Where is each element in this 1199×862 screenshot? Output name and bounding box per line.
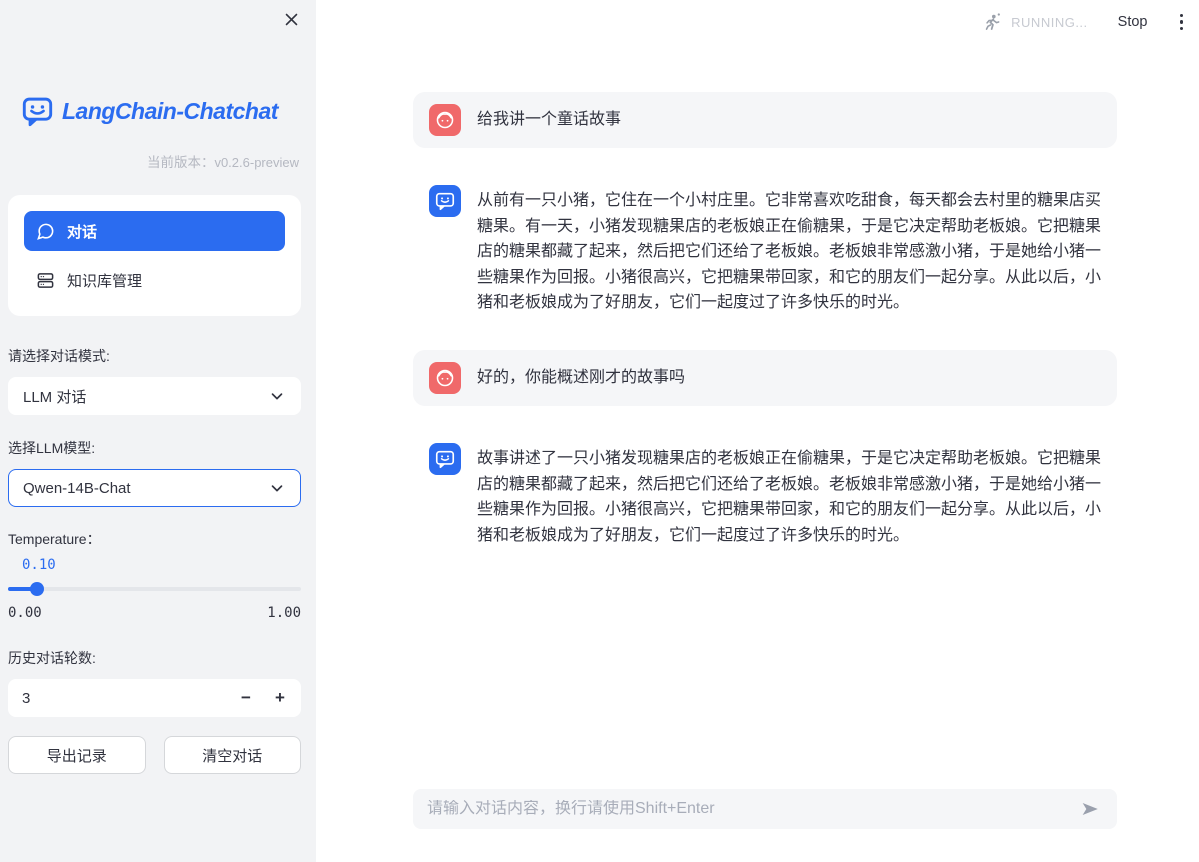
- sidebar-close-button[interactable]: [280, 8, 302, 30]
- nav-card: 对话 知识库管理: [8, 195, 301, 316]
- assistant-bot-icon: [434, 448, 456, 470]
- logo: LangChain-Chatchat: [8, 95, 301, 128]
- user-avatar: [429, 104, 461, 136]
- sidebar: LangChain-Chatchat 当前版本：v0.2.6-preview 对…: [0, 0, 316, 862]
- nav-item-label: 知识库管理: [67, 270, 142, 291]
- sidebar-actions: 导出记录 清空对话: [8, 736, 301, 774]
- slider-track[interactable]: [8, 587, 301, 591]
- history-rounds-input[interactable]: 3 − +: [8, 679, 301, 717]
- version-text: 当前版本：v0.2.6-preview: [8, 151, 301, 171]
- chat-input[interactable]: [427, 800, 1077, 818]
- version-value: v0.2.6-preview: [214, 155, 299, 170]
- dialog-mode-select[interactable]: LLM 对话: [8, 377, 301, 415]
- kebab-icon: [1180, 14, 1184, 31]
- dialog-mode-label: 请选择对话模式:: [8, 346, 301, 366]
- message-text: 故事讲述了一只小猪发现糖果店的老板娘正在偷糖果，于是它决定帮助老板娘。它把糖果店…: [477, 446, 1101, 548]
- temperature-label: Temperature：: [8, 529, 301, 549]
- nav-item-knowledge-base[interactable]: 知识库管理: [24, 260, 285, 300]
- slider-thumb[interactable]: [30, 582, 44, 596]
- message-text: 好的，你能概述刚才的故事吗: [477, 365, 685, 391]
- chat-message-user: 给我讲一个童话故事: [413, 92, 1117, 148]
- main-area: RUNNING... Stop: [316, 0, 1199, 862]
- chat-input-bar: [413, 789, 1117, 829]
- temperature-slider[interactable]: [8, 582, 301, 596]
- chat-message-assistant: 故事讲述了一只小猪发现糖果店的老板娘正在偷糖果，于是它决定帮助老板娘。它把糖果店…: [413, 443, 1117, 548]
- chat-history: 给我讲一个童话故事 从前有一只小猪，它住在一个小村庄里。它非常喜欢吃甜食: [413, 0, 1117, 548]
- nav-item-label: 对话: [67, 221, 97, 242]
- clear-button[interactable]: 清空对话: [164, 736, 302, 774]
- nav-item-dialogue[interactable]: 对话: [24, 211, 285, 251]
- chevron-down-icon: [268, 479, 286, 497]
- logo-text: LangChain-Chatchat: [62, 98, 278, 125]
- message-text: 给我讲一个童话故事: [477, 107, 621, 133]
- dialog-mode-value: LLM 对话: [23, 386, 86, 407]
- temperature-value: 0.10: [22, 557, 301, 573]
- llm-model-value: Qwen-14B-Chat: [23, 480, 131, 497]
- send-icon: [1079, 798, 1101, 820]
- database-icon: [36, 271, 55, 290]
- llm-model-label: 选择LLM模型:: [8, 438, 301, 458]
- history-rounds-label: 历史对话轮数:: [8, 648, 301, 668]
- more-menu-button[interactable]: [1176, 10, 1188, 35]
- user-face-icon: [434, 367, 456, 389]
- assistant-bot-icon: [434, 190, 456, 212]
- chat-bubble-icon: [36, 222, 55, 241]
- chat-message-user: 好的，你能概述刚才的故事吗: [413, 350, 1117, 406]
- llm-model-select[interactable]: Qwen-14B-Chat: [8, 469, 301, 507]
- close-icon: [283, 11, 300, 28]
- chevron-down-icon: [268, 387, 286, 405]
- version-label: 当前版本：: [147, 155, 215, 170]
- logo-chat-icon: [20, 95, 55, 128]
- slider-min-label: 0.00: [8, 605, 42, 621]
- chat-message-assistant: 从前有一只小猪，它住在一个小村庄里。它非常喜欢吃甜食，每天都会去村里的糖果店买糖…: [413, 185, 1117, 316]
- assistant-avatar: [429, 185, 461, 217]
- decrement-button[interactable]: −: [229, 683, 263, 713]
- message-text: 从前有一只小猪，它住在一个小村庄里。它非常喜欢吃甜食，每天都会去村里的糖果店买糖…: [477, 188, 1101, 316]
- user-avatar: [429, 362, 461, 394]
- export-button[interactable]: 导出记录: [8, 736, 146, 774]
- user-face-icon: [434, 109, 456, 131]
- app-root: LangChain-Chatchat 当前版本：v0.2.6-preview 对…: [0, 0, 1199, 862]
- slider-range-labels: 0.00 1.00: [8, 605, 301, 621]
- send-button[interactable]: [1077, 796, 1103, 822]
- stop-button[interactable]: Stop: [1118, 14, 1148, 30]
- history-rounds-value: 3: [22, 690, 229, 707]
- slider-max-label: 1.00: [267, 605, 301, 621]
- increment-button[interactable]: +: [263, 683, 297, 713]
- assistant-avatar: [429, 443, 461, 475]
